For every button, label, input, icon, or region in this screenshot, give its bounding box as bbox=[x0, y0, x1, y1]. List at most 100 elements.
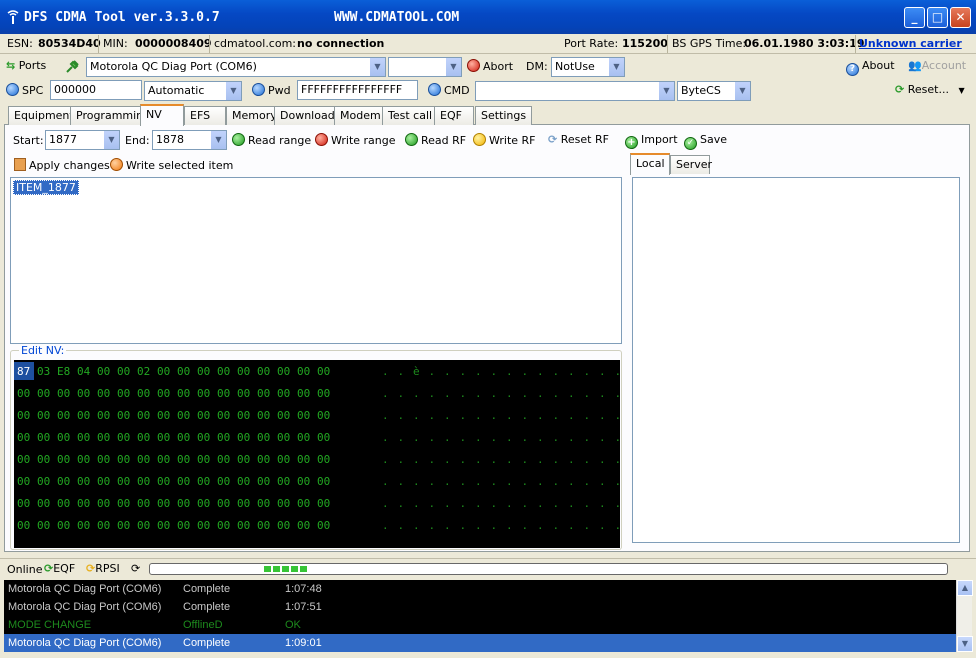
import-button[interactable]: + Import bbox=[625, 133, 678, 149]
write-rf-button[interactable]: Write RF bbox=[473, 133, 536, 147]
hex-byte[interactable]: 00 bbox=[117, 365, 130, 378]
hex-byte[interactable]: 00 bbox=[97, 475, 110, 488]
hex-byte[interactable]: 00 bbox=[257, 365, 270, 378]
hex-byte[interactable]: 00 bbox=[197, 409, 210, 422]
hex-byte[interactable]: 00 bbox=[177, 519, 190, 532]
log-row[interactable]: Motorola QC Diag Port (COM6) Complete 1:07… bbox=[4, 580, 956, 598]
cmd-button[interactable]: CMD bbox=[428, 83, 470, 97]
hex-byte[interactable]: 00 bbox=[177, 475, 190, 488]
hex-byte[interactable]: 00 bbox=[237, 431, 250, 444]
hex-byte[interactable]: 00 bbox=[137, 453, 150, 466]
hex-editor[interactable]: 87 03 E8 04 00 00 02 00 00 00 00 00 00 00 00 00.. è.....… bbox=[14, 360, 620, 548]
hex-byte[interactable]: 00 bbox=[77, 453, 90, 466]
hex-byte[interactable]: 00 bbox=[257, 453, 270, 466]
hex-byte[interactable]: 00 bbox=[117, 519, 130, 532]
hex-byte[interactable]: 00 bbox=[117, 387, 130, 400]
hex-byte[interactable]: 00 bbox=[177, 453, 190, 466]
read-rf-button[interactable]: Read RF bbox=[405, 133, 466, 147]
hex-byte[interactable]: 00 bbox=[197, 431, 210, 444]
hex-byte[interactable]: 04 bbox=[77, 365, 90, 378]
hex-byte[interactable]: 00 bbox=[157, 431, 170, 444]
hex-byte[interactable]: 00 bbox=[217, 519, 230, 532]
hex-byte[interactable]: 00 bbox=[97, 387, 110, 400]
hex-byte[interactable]: 00 bbox=[157, 387, 170, 400]
hex-byte[interactable]: 00 bbox=[317, 365, 330, 378]
hex-byte[interactable]: 00 bbox=[37, 431, 50, 444]
hex-byte[interactable]: 02 bbox=[137, 365, 150, 378]
hex-byte[interactable]: 00 bbox=[237, 475, 250, 488]
hex-byte[interactable]: 00 bbox=[157, 365, 170, 378]
hex-byte[interactable]: 00 bbox=[117, 431, 130, 444]
carrier-link[interactable]: Unknown carrier bbox=[859, 37, 962, 50]
plug-icon[interactable] bbox=[64, 57, 82, 78]
hex-byte[interactable]: 00 bbox=[177, 387, 190, 400]
hex-byte[interactable]: 00 bbox=[97, 519, 110, 532]
hex-byte[interactable]: 00 bbox=[297, 497, 310, 510]
hex-byte[interactable]: 00 bbox=[37, 387, 50, 400]
reset-button[interactable]: ⟳ Reset... ▼ bbox=[895, 83, 965, 96]
hex-byte[interactable]: 00 bbox=[277, 497, 290, 510]
close-button[interactable]: ✕ bbox=[950, 7, 971, 28]
tab-nv[interactable]: NV bbox=[140, 104, 184, 126]
end-select[interactable]: 1878 ▼ bbox=[152, 130, 227, 150]
hex-byte[interactable]: 00 bbox=[257, 431, 270, 444]
hex-byte[interactable]: 00 bbox=[117, 497, 130, 510]
hex-byte[interactable]: 00 bbox=[217, 387, 230, 400]
minimize-button[interactable]: _ bbox=[904, 7, 925, 28]
hex-byte[interactable]: 00 bbox=[237, 453, 250, 466]
hex-byte[interactable]: 00 bbox=[177, 431, 190, 444]
log-row[interactable]: MODE CHANGE OfflineD OK bbox=[4, 616, 956, 634]
hex-byte[interactable]: 00 bbox=[17, 409, 30, 422]
hex-byte[interactable]: 00 bbox=[317, 431, 330, 444]
about-button[interactable]: ? About bbox=[846, 59, 895, 76]
hex-byte[interactable]: 00 bbox=[137, 387, 150, 400]
log-list[interactable]: Motorola QC Diag Port (COM6) Complete 1:07… bbox=[4, 580, 956, 652]
hex-byte[interactable]: 00 bbox=[17, 497, 30, 510]
hex-byte[interactable]: 00 bbox=[157, 453, 170, 466]
hex-byte[interactable]: 00 bbox=[177, 409, 190, 422]
hex-byte[interactable]: 00 bbox=[217, 409, 230, 422]
hex-byte[interactable]: 00 bbox=[277, 519, 290, 532]
hex-byte[interactable]: 00 bbox=[17, 519, 30, 532]
tab-local[interactable]: Local bbox=[630, 153, 670, 175]
log-row[interactable]: Motorola QC Diag Port (COM6) Complete 1:07… bbox=[4, 598, 956, 616]
hex-byte[interactable]: 00 bbox=[277, 409, 290, 422]
hex-byte[interactable]: 00 bbox=[37, 519, 50, 532]
hex-byte-selected[interactable]: 87 bbox=[14, 362, 34, 380]
hex-byte[interactable]: 00 bbox=[97, 365, 110, 378]
hex-byte[interactable]: 00 bbox=[177, 497, 190, 510]
hex-byte[interactable]: 00 bbox=[117, 475, 130, 488]
hex-byte[interactable]: 00 bbox=[37, 475, 50, 488]
hex-byte[interactable]: 00 bbox=[57, 409, 70, 422]
hex-byte[interactable]: 00 bbox=[37, 453, 50, 466]
hex-byte[interactable]: 00 bbox=[317, 475, 330, 488]
hex-byte[interactable]: 00 bbox=[317, 387, 330, 400]
hex-byte[interactable]: 00 bbox=[297, 409, 310, 422]
log-row[interactable]: Motorola QC Diag Port (COM6) Complete 1:09… bbox=[4, 634, 956, 652]
hex-byte[interactable]: 00 bbox=[217, 431, 230, 444]
spc-button[interactable]: SPC bbox=[6, 83, 43, 97]
reset-rf-button[interactable]: ⟳ Reset RF bbox=[548, 133, 609, 146]
pwd-input[interactable]: FFFFFFFFFFFFFFFF bbox=[297, 80, 418, 100]
hex-byte[interactable]: 00 bbox=[197, 365, 210, 378]
scroll-up-icon[interactable]: ▲ bbox=[957, 580, 973, 596]
hex-byte[interactable]: 00 bbox=[57, 431, 70, 444]
tab-equipment[interactable]: Equipment bbox=[8, 106, 80, 125]
hex-byte[interactable]: 00 bbox=[277, 475, 290, 488]
dm-select[interactable]: NotUse ▼ bbox=[551, 57, 625, 77]
hex-byte[interactable]: 00 bbox=[257, 497, 270, 510]
hex-byte[interactable]: 00 bbox=[297, 365, 310, 378]
hex-byte[interactable]: 00 bbox=[117, 453, 130, 466]
start-select[interactable]: 1877 ▼ bbox=[45, 130, 120, 150]
scroll-down-icon[interactable]: ▼ bbox=[957, 636, 973, 652]
hex-byte[interactable]: 00 bbox=[17, 431, 30, 444]
ports-button[interactable]: ⇆ Ports bbox=[6, 59, 46, 72]
hex-byte[interactable]: 00 bbox=[257, 519, 270, 532]
encoding-select[interactable]: ByteCS ▼ bbox=[677, 81, 751, 101]
hex-byte[interactable]: 00 bbox=[57, 475, 70, 488]
hex-byte[interactable]: E8 bbox=[57, 365, 70, 378]
hex-byte[interactable]: 00 bbox=[17, 453, 30, 466]
hex-byte[interactable]: 00 bbox=[217, 365, 230, 378]
hex-byte[interactable]: 00 bbox=[77, 519, 90, 532]
hex-byte[interactable]: 00 bbox=[157, 475, 170, 488]
